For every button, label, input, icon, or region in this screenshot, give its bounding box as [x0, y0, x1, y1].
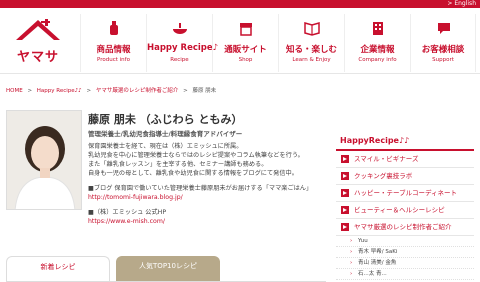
bio-line: また「離乳食レッスン」を主宰する他、セミナー講師も務める。: [88, 161, 268, 168]
arrow-right-icon: [341, 155, 349, 163]
chat-icon: [438, 23, 450, 34]
arrow-right-icon: [341, 223, 349, 231]
breadcrumb-home[interactable]: HOME: [6, 88, 23, 94]
main-nav: 商品情報 Product info Happy Recipe♪ Recipe 通…: [80, 14, 476, 72]
breadcrumb-separator: >: [183, 88, 188, 94]
sidebar-subitem[interactable]: 石...太 青...: [336, 269, 474, 280]
nav-company-info[interactable]: 企業情報 Company info: [344, 14, 410, 72]
sidebar-subitem[interactable]: 青木 早希/ SaKi: [336, 247, 474, 258]
yamasa-logo[interactable]: ヤマサ: [14, 18, 62, 66]
breadcrumb-creators[interactable]: ヤマサ厳選のレシピ制作者ご紹介: [96, 88, 179, 94]
roof-logo-icon: [16, 19, 60, 40]
nav-label: 商品情報: [96, 45, 131, 55]
bio-line: 乳幼児食を中心に管理栄養士ならではのレシピ提案やコラム執筆などを行う。: [88, 152, 304, 159]
sidebar-item-beauty-healthy[interactable]: ビューティー＆ヘルシーレシピ: [336, 202, 474, 219]
sidebar-title: HappyRecipe♪♪: [336, 134, 474, 151]
bio-line: 保育園栄養士を経て、現在は（株）エミッシュに所属。: [88, 143, 243, 150]
sidebar: HappyRecipe♪♪ スマイル・ビギナーズ クッキング裏技ラボ ハッピー・…: [336, 134, 474, 280]
nav-label: 企業情報: [360, 45, 395, 55]
site-header: ヤマサ 商品情報 Product info Happy Recipe♪ Reci…: [0, 8, 480, 74]
shop-icon: [240, 23, 252, 36]
nav-shop[interactable]: 通販サイト Shop: [212, 14, 278, 72]
recipe-tabs: 新着レシピ 人気TOP10レシピ: [6, 256, 326, 282]
nav-learn-enjoy[interactable]: 知る・楽しむ Learn & Enjoy: [278, 14, 344, 72]
sidebar-item-recipe-creators[interactable]: ヤマサ厳選のレシピ制作者ご紹介: [336, 219, 474, 236]
nav-sublabel: Recipe: [170, 57, 189, 63]
breadcrumb-separator: >: [27, 88, 33, 94]
sidebar-item-cooking-lab[interactable]: クッキング裏技ラボ: [336, 168, 474, 185]
nav-happy-recipe[interactable]: Happy Recipe♪ Recipe: [146, 14, 219, 72]
nav-label: Happy Recipe♪: [147, 43, 219, 53]
bio-line: 自身も一児の母として、離乳食や幼児食に関する情報をブログにて発信中。: [88, 170, 298, 177]
sidebar-item-table-coordinate[interactable]: ハッピー・テーブルコーディネート: [336, 185, 474, 202]
nav-sublabel: Learn & Enjoy: [292, 57, 331, 63]
profile-name: 藤原 朋未 （ふじわら ともみ）: [88, 113, 243, 126]
nav-sublabel: Support: [432, 57, 454, 63]
nav-support[interactable]: お客様相談 Support: [410, 14, 476, 72]
blog-label: ■ブログ 保育園で働いていた管理栄養士藤原朋未がお届けする「ママ楽ごはん」: [88, 185, 313, 192]
sidebar-item-label: クッキング裏技ラボ: [354, 172, 413, 180]
sidebar-subitem[interactable]: 青山 清美/ 金魚: [336, 258, 474, 269]
tab-new-recipes[interactable]: 新着レシピ: [6, 256, 110, 282]
building-icon: [373, 22, 383, 35]
book-icon: [304, 22, 320, 36]
arrow-right-icon: [341, 172, 349, 180]
breadcrumb: HOME > Happy Recipe♪♪ > ヤマサ厳選のレシピ制作者ご紹介 …: [6, 86, 219, 94]
nav-sublabel: Shop: [238, 57, 253, 63]
sidebar-item-label: スマイル・ビギナーズ: [354, 155, 419, 163]
english-link[interactable]: > English: [447, 0, 476, 8]
breadcrumb-current: 藤原 朋未: [192, 88, 217, 94]
logo-text: ヤマサ: [16, 50, 59, 65]
profile-bio: 保育園栄養士を経て、現在は（株）エミッシュに所属。 乳幼児食を中心に管理栄養士な…: [88, 142, 324, 226]
arrow-right-icon: [341, 189, 349, 197]
nav-sublabel: Product info: [97, 57, 130, 63]
sidebar-subitem[interactable]: Yuu: [336, 236, 474, 247]
nav-label: 通販サイト: [224, 45, 267, 55]
blog-link[interactable]: http://tomomi-fujiwara.blog.jp/: [88, 193, 324, 202]
sidebar-item-smile-beginners[interactable]: スマイル・ビギナーズ: [336, 151, 474, 168]
tab-top10-recipes[interactable]: 人気TOP10レシピ: [116, 256, 220, 282]
nav-product-info[interactable]: 商品情報 Product info: [80, 14, 146, 72]
company-label: ■（株）エミッシュ 公式HP: [88, 209, 167, 216]
dish-icon: [173, 23, 187, 34]
company-link[interactable]: https://www.e-mish.com/: [88, 217, 324, 226]
profile-titles: 管理栄養士/乳幼児食指導士/料理縁食育アドバイザー: [88, 130, 243, 138]
sidebar-item-label: ヤマサ厳選のレシピ制作者ご紹介: [354, 223, 452, 231]
breadcrumb-separator: >: [86, 88, 92, 94]
bottle-icon: [110, 21, 118, 35]
nav-sublabel: Company info: [358, 57, 397, 63]
nav-label: 知る・楽しむ: [285, 45, 337, 55]
arrow-right-icon: [341, 206, 349, 214]
profile-photo: [6, 110, 82, 210]
portrait-image: [7, 111, 81, 209]
sidebar-item-label: ビューティー＆ヘルシーレシピ: [354, 206, 445, 214]
sidebar-item-label: ハッピー・テーブルコーディネート: [354, 189, 458, 197]
breadcrumb-happy-recipe[interactable]: Happy Recipe♪♪: [37, 88, 82, 94]
top-bar: > English: [0, 0, 480, 8]
nav-label: お客様相談: [421, 45, 465, 55]
